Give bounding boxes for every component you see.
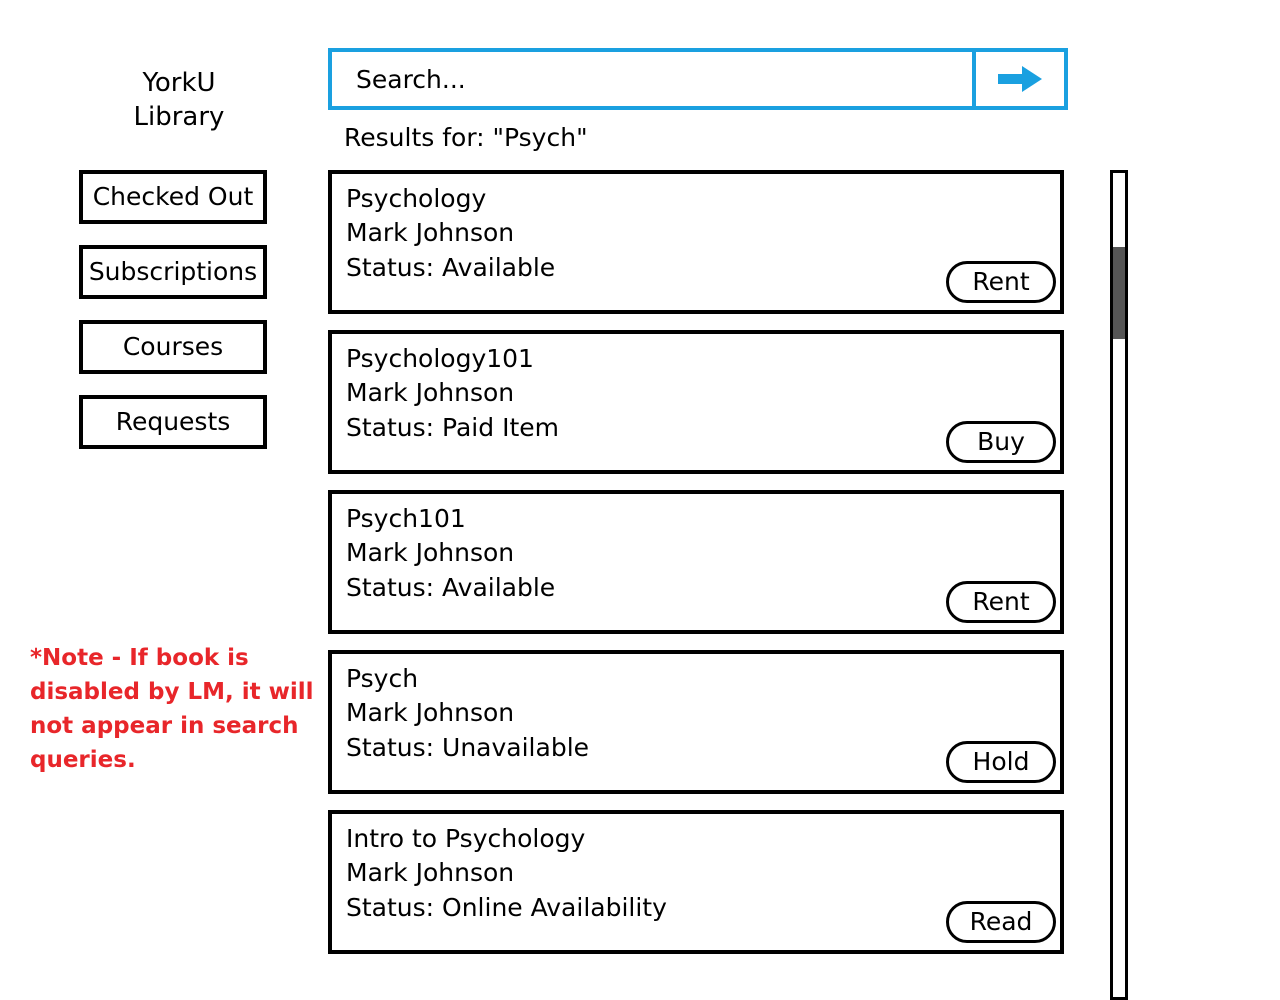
search-input[interactable] — [332, 52, 972, 106]
result-status: Status: Available — [346, 253, 556, 282]
library-logo: YorkU Library — [118, 66, 240, 134]
buy-button[interactable]: Buy — [946, 421, 1056, 463]
right-arrow-icon — [998, 66, 1042, 92]
logo-line-2: Library — [133, 102, 225, 132]
result-title: Psych — [346, 664, 419, 693]
result-card: Psych101 Mark Johnson Status: Available … — [328, 490, 1064, 634]
search-submit-button[interactable] — [972, 52, 1064, 106]
scrollbar-thumb[interactable] — [1113, 247, 1125, 339]
logo-line-1: YorkU — [142, 68, 216, 98]
result-card: Psychology Mark Johnson Status: Availabl… — [328, 170, 1064, 314]
result-status: Status: Online Availability — [346, 893, 667, 922]
disabled-book-note: *Note - If book is disabled by LM, it wi… — [30, 645, 314, 773]
result-card: Psych Mark Johnson Status: Unavailable H… — [328, 650, 1064, 794]
read-button[interactable]: Read — [946, 901, 1056, 943]
result-author: Mark Johnson — [346, 218, 515, 247]
search-bar — [328, 48, 1068, 110]
result-title: Psychology — [346, 184, 487, 213]
result-status: Status: Paid Item — [346, 413, 559, 442]
rent-button[interactable]: Rent — [946, 581, 1056, 623]
courses-button[interactable]: Courses — [79, 320, 267, 374]
result-card: Intro to Psychology Mark Johnson Status:… — [328, 810, 1064, 954]
results-scrollbar[interactable] — [1110, 170, 1128, 1000]
rent-button[interactable]: Rent — [946, 261, 1056, 303]
result-status: Status: Unavailable — [346, 733, 590, 762]
result-title: Psych101 — [346, 504, 466, 533]
result-author: Mark Johnson — [346, 378, 515, 407]
subscriptions-button[interactable]: Subscriptions — [79, 245, 267, 299]
result-author: Mark Johnson — [346, 538, 515, 567]
checked-out-button[interactable]: Checked Out — [79, 170, 267, 224]
result-author: Mark Johnson — [346, 698, 515, 727]
result-author: Mark Johnson — [346, 858, 515, 887]
results-header: Results for: "Psych" — [344, 123, 588, 152]
result-title: Psychology101 — [346, 344, 534, 373]
hold-button[interactable]: Hold — [946, 741, 1056, 783]
result-title: Intro to Psychology — [346, 824, 586, 853]
requests-button[interactable]: Requests — [79, 395, 267, 449]
result-card: Psychology101 Mark Johnson Status: Paid … — [328, 330, 1064, 474]
result-status: Status: Available — [346, 573, 556, 602]
